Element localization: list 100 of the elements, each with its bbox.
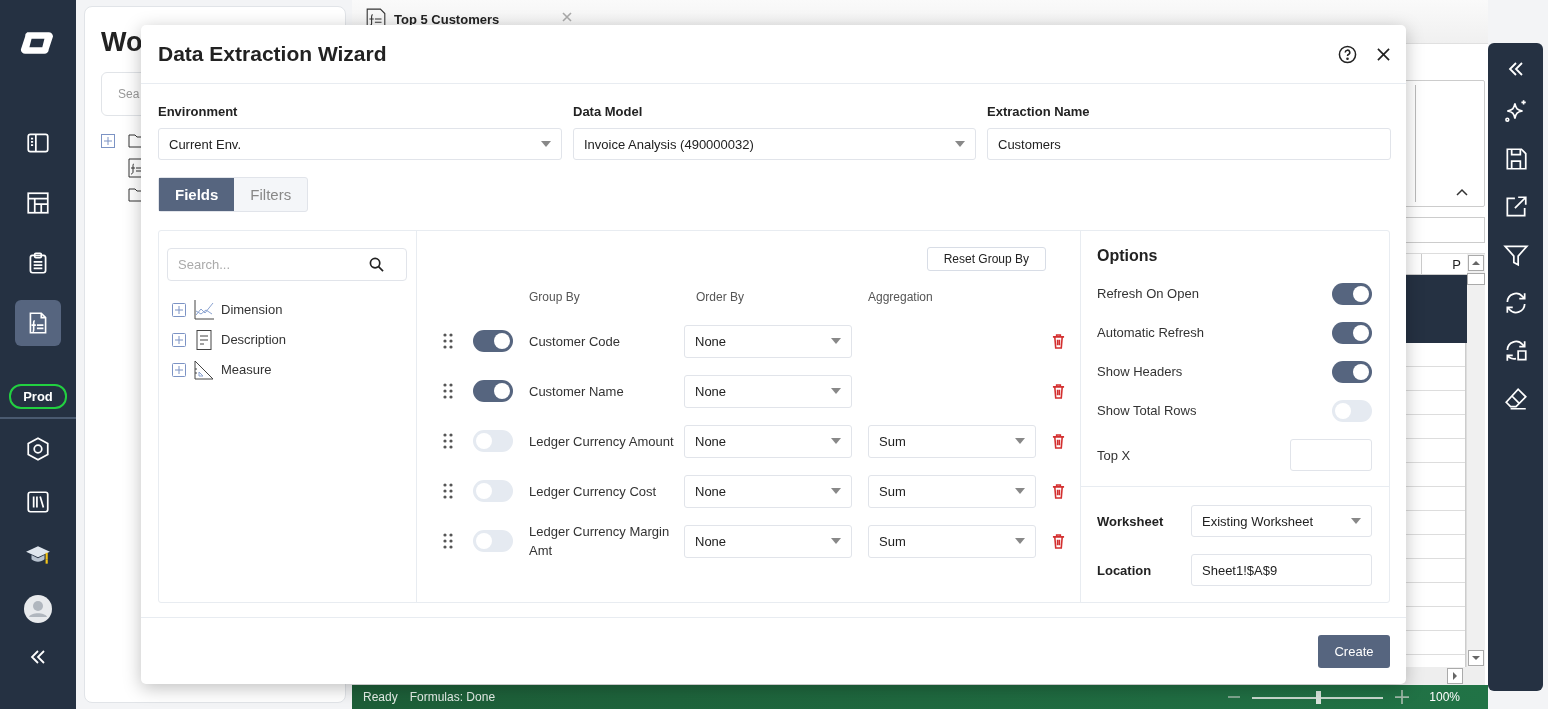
dropdown[interactable]: None xyxy=(684,474,852,508)
drag-handle-icon[interactable] xyxy=(443,333,453,349)
field-name: Ledger Currency Margin Amt xyxy=(529,523,671,560)
drag-handle-icon[interactable] xyxy=(443,433,453,449)
workspace-title: Wo xyxy=(101,27,143,58)
option-label: Show Headers xyxy=(1097,364,1183,379)
field-label: Extraction Name xyxy=(987,104,1091,119)
collapse-icon[interactable] xyxy=(1507,62,1524,76)
hexagon-settings-icon[interactable] xyxy=(25,436,51,462)
dropdown[interactable]: None xyxy=(684,324,852,358)
tree-item[interactable]: Description xyxy=(221,332,287,347)
option-label: Refresh On Open xyxy=(1097,286,1199,301)
toggle-switch[interactable] xyxy=(1332,282,1372,305)
line-chart-icon xyxy=(194,299,214,320)
scroll-right-icon[interactable] xyxy=(1447,668,1463,684)
toggle-switch[interactable] xyxy=(473,380,513,402)
zoom-in-icon[interactable] xyxy=(1395,690,1410,704)
dropdown[interactable]: None xyxy=(684,424,852,458)
field-label: Environment xyxy=(158,104,239,119)
option-label: Show Total Rows xyxy=(1097,403,1197,418)
tab[interactable]: Fields xyxy=(159,178,235,211)
toggle-switch[interactable] xyxy=(1332,360,1372,383)
field-label: Location xyxy=(1097,562,1152,578)
toggle-switch[interactable] xyxy=(473,430,513,452)
expand-icon[interactable] xyxy=(172,302,186,317)
help-icon[interactable] xyxy=(1338,44,1357,64)
caret-down-icon[interactable] xyxy=(831,438,841,444)
expand-icon[interactable] xyxy=(172,332,186,347)
option-label: Top X xyxy=(1097,447,1131,463)
options-title: Options xyxy=(1097,247,1159,265)
dropdown[interactable]: None xyxy=(684,374,852,408)
dropdown[interactable]: None xyxy=(684,524,852,558)
dialog-title: Data Extraction Wizard xyxy=(158,42,388,66)
collapse-icon[interactable] xyxy=(30,650,46,664)
caret-down-icon[interactable] xyxy=(1351,518,1361,524)
input-field[interactable] xyxy=(1290,439,1372,471)
vertical-scrollbar[interactable] xyxy=(1467,254,1485,667)
column-header: Group By xyxy=(529,290,581,304)
avatar-icon[interactable] xyxy=(24,595,52,623)
dropdown[interactable]: Sum xyxy=(868,474,1036,508)
text-field[interactable]: Sheet1!$A$9 xyxy=(1191,554,1372,586)
dropdown[interactable]: Invoice Analysis (490000032) xyxy=(573,128,976,160)
search-icon[interactable] xyxy=(369,257,384,272)
filter-icon[interactable] xyxy=(1502,242,1529,268)
scroll-thumb[interactable] xyxy=(1467,273,1485,285)
drag-handle-icon[interactable] xyxy=(443,533,453,549)
status-text: Formulas: Done xyxy=(409,690,496,704)
caret-down-icon[interactable] xyxy=(831,538,841,544)
toggle-switch[interactable] xyxy=(1332,321,1372,344)
trash-icon[interactable] xyxy=(1052,333,1065,349)
dropdown[interactable]: Current Env. xyxy=(158,128,562,160)
caret-down-icon[interactable] xyxy=(831,388,841,394)
dropdown[interactable]: Sum xyxy=(868,524,1036,558)
scroll-down-icon[interactable] xyxy=(1468,650,1484,666)
text-field[interactable]: Customers xyxy=(987,128,1391,160)
caret-up-icon[interactable] xyxy=(1456,188,1468,196)
field-label: Data Model xyxy=(573,104,644,119)
expand-icon[interactable] xyxy=(172,362,186,377)
tree-item[interactable]: Dimension xyxy=(221,302,283,317)
drag-handle-icon[interactable] xyxy=(443,483,453,499)
field-name: Ledger Currency Cost xyxy=(529,482,658,501)
status-text: Ready xyxy=(363,690,398,704)
caret-down-icon[interactable] xyxy=(1015,538,1025,544)
sparkle-icon[interactable] xyxy=(1502,98,1529,124)
scroll-up-icon[interactable] xyxy=(1468,255,1484,271)
tree-item[interactable]: Measure xyxy=(221,362,272,377)
toggle-switch[interactable] xyxy=(1332,399,1372,422)
field-label: Worksheet xyxy=(1097,513,1164,529)
zoom-level: 100% xyxy=(1429,690,1460,704)
caret-down-icon[interactable] xyxy=(831,488,841,494)
dropdown[interactable]: Sum xyxy=(868,424,1036,458)
toggle-switch[interactable] xyxy=(473,480,513,502)
document-icon xyxy=(194,329,214,350)
option-label: Automatic Refresh xyxy=(1097,325,1204,340)
column-header: Aggregation xyxy=(868,290,934,304)
caret-down-icon[interactable] xyxy=(1015,438,1025,444)
toggle-switch[interactable] xyxy=(473,530,513,552)
expand-icon[interactable] xyxy=(101,134,115,148)
toggle-switch[interactable] xyxy=(473,330,513,352)
drag-handle-icon[interactable] xyxy=(443,383,453,399)
column-header: Order By xyxy=(695,290,745,304)
zoom-thumb[interactable] xyxy=(1315,690,1321,704)
reset-group-by-button[interactable]: Reset Group By xyxy=(926,247,1046,271)
caret-down-icon[interactable] xyxy=(541,141,551,147)
environment-badge: Prod xyxy=(9,384,67,409)
trash-icon[interactable] xyxy=(1052,483,1065,499)
close-icon[interactable] xyxy=(1377,47,1390,61)
trash-icon[interactable] xyxy=(1052,383,1065,399)
dropdown[interactable]: Existing Worksheet xyxy=(1191,505,1372,537)
formula-document-icon[interactable] xyxy=(15,300,61,346)
field-name: Customer Code xyxy=(529,332,622,351)
eraser-icon[interactable] xyxy=(1502,386,1529,412)
trash-icon[interactable] xyxy=(1052,533,1065,549)
caret-down-icon[interactable] xyxy=(955,141,965,147)
library-icon[interactable] xyxy=(25,489,51,515)
field-name: Customer Name xyxy=(529,382,625,401)
caret-down-icon[interactable] xyxy=(1015,488,1025,494)
create-button[interactable]: Create xyxy=(1318,634,1390,668)
field-name: Ledger Currency Amount xyxy=(529,432,675,451)
trash-icon[interactable] xyxy=(1052,433,1065,449)
